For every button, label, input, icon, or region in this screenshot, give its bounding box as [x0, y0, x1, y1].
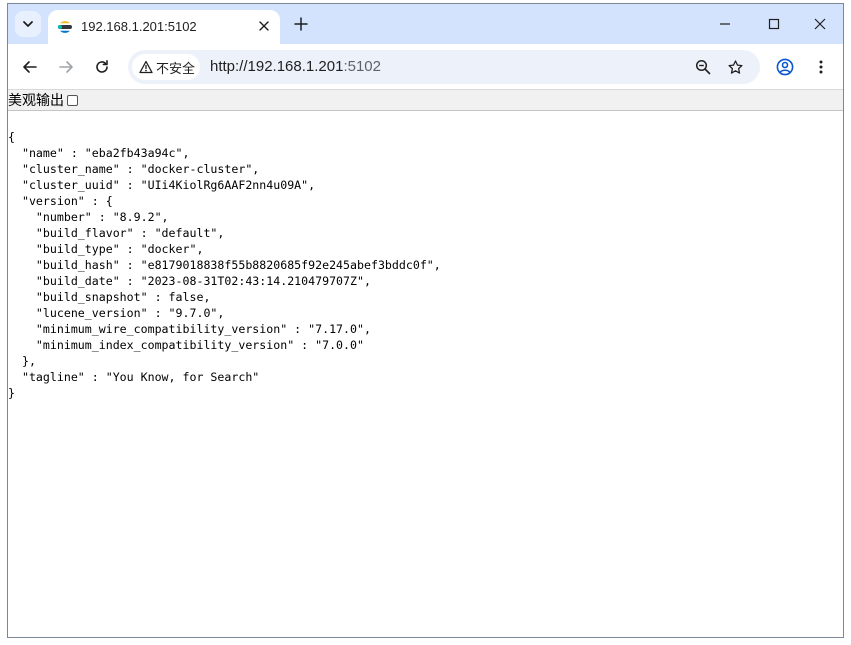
plus-icon [294, 17, 308, 31]
security-label: 不安全 [156, 60, 196, 76]
json-line: "number" : "8.9.2", [8, 210, 169, 224]
browser-window: 192.168.1.201:5102 不安全 http://192.168.1.… [7, 3, 844, 638]
security-chip[interactable]: 不安全 [132, 54, 200, 80]
tab-close-button[interactable] [255, 17, 273, 35]
chevron-down-icon [23, 21, 33, 27]
page-content: 美观输出 { "name" : "eba2fb43a94c", "cluster… [8, 90, 843, 637]
json-line: "cluster_uuid" : "UIi4KiolRg6AAF2nn4u09A… [8, 178, 316, 192]
more-vert-icon [819, 60, 823, 74]
warning-icon [139, 60, 153, 74]
reload-icon [96, 60, 108, 73]
profile-icon [776, 58, 794, 76]
reload-button[interactable] [90, 55, 114, 79]
zoom-out-icon [695, 59, 711, 75]
close-icon [259, 21, 269, 31]
url-host: http://192.168.1.201 [210, 58, 344, 75]
pretty-print-checkbox[interactable] [67, 94, 78, 106]
browser-toolbar: 不安全 http://192.168.1.201:5102 [8, 44, 843, 90]
json-line: }, [8, 354, 36, 368]
window-close-button[interactable] [807, 12, 833, 36]
json-line: "name" : "eba2fb43a94c", [8, 146, 190, 160]
minimize-icon [720, 23, 730, 25]
forward-button[interactable] [54, 55, 78, 79]
json-line: } [8, 386, 15, 400]
address-bar[interactable]: 不安全 http://192.168.1.201:5102 [128, 50, 760, 84]
tab-strip: 192.168.1.201:5102 [8, 4, 843, 44]
pretty-print-label: 美观输出 [8, 92, 64, 108]
json-line: "build_type" : "docker", [8, 242, 204, 256]
json-line: "build_hash" : "e8179018838f55b8820685f9… [8, 258, 441, 272]
url-port: :5102 [343, 58, 381, 75]
json-line: "cluster_name" : "docker-cluster", [8, 162, 260, 176]
elasticsearch-icon [58, 21, 72, 33]
json-line: "version" : { [8, 194, 113, 208]
json-line: "build_flavor" : "default", [8, 226, 225, 240]
url-text[interactable]: http://192.168.1.201:5102 [210, 58, 381, 75]
star-icon [727, 59, 743, 74]
json-line: { [8, 130, 15, 144]
minimize-button[interactable] [712, 12, 738, 36]
bookmark-button[interactable] [723, 55, 747, 79]
tab-active[interactable]: 192.168.1.201:5102 [48, 10, 280, 44]
pretty-print-bar: 美观输出 [8, 90, 843, 111]
json-response: { "name" : "eba2fb43a94c", "cluster_name… [8, 129, 441, 401]
back-button[interactable] [18, 55, 42, 79]
new-tab-button[interactable] [290, 13, 312, 35]
maximize-button[interactable] [761, 12, 787, 36]
menu-button[interactable] [809, 55, 833, 79]
json-line: "minimum_index_compatibility_version" : … [8, 338, 364, 352]
profile-button[interactable] [773, 55, 797, 79]
json-line: "lucene_version" : "9.7.0", [8, 306, 225, 320]
json-line: "build_snapshot" : false, [8, 290, 211, 304]
json-line: "tagline" : "You Know, for Search" [8, 370, 260, 384]
maximize-icon [768, 18, 780, 30]
zoom-button[interactable] [691, 55, 715, 79]
arrow-left-icon [23, 61, 37, 73]
tab-title: 192.168.1.201:5102 [81, 19, 197, 34]
arrow-right-icon [59, 61, 73, 73]
close-icon [814, 18, 826, 30]
tab-search-button[interactable] [15, 11, 41, 37]
json-line: "minimum_wire_compatibility_version" : "… [8, 322, 371, 336]
json-line: "build_date" : "2023-08-31T02:43:14.2104… [8, 274, 371, 288]
